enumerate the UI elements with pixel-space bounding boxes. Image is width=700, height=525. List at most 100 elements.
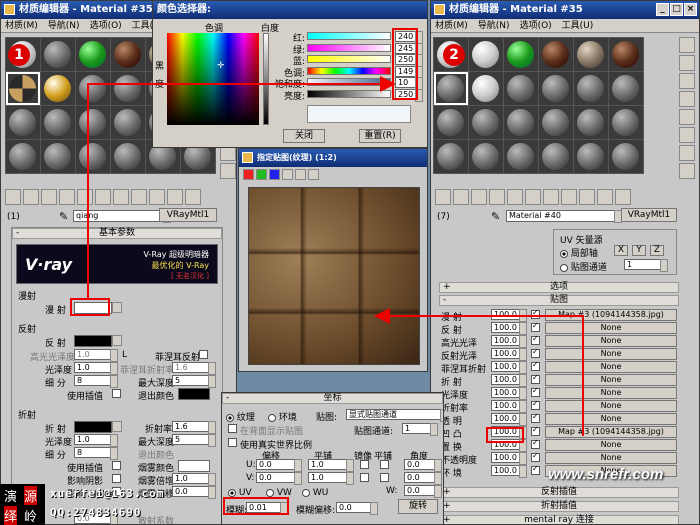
menu-navigation[interactable]: 导航(N) — [48, 19, 80, 32]
sample-slot[interactable] — [76, 106, 110, 139]
u-tiling-spinner[interactable]: 1.0 — [308, 459, 354, 472]
map-amount-spinner[interactable]: 100.0 — [491, 348, 527, 361]
reset-map-icon[interactable] — [489, 189, 505, 205]
fresnel-checkbox[interactable] — [199, 350, 208, 359]
map-enable-checkbox[interactable]: ✓ — [531, 464, 540, 475]
map-enable-checkbox[interactable]: ✓ — [531, 347, 540, 358]
sample-slot[interactable] — [609, 106, 643, 139]
map-slot-button[interactable]: None — [545, 374, 677, 386]
v-tiling-spinner[interactable]: 1.0 — [308, 472, 354, 485]
pick-material-icon[interactable]: ✎ — [59, 210, 68, 223]
coordinates-header[interactable]: - 坐标 — [222, 393, 443, 404]
select-by-material-icon[interactable] — [679, 163, 695, 179]
uv-radio[interactable]: UV — [228, 488, 252, 498]
map-amount-spinner[interactable]: 100.0 — [491, 413, 527, 426]
backlight-icon[interactable] — [679, 55, 695, 71]
lock-L-button[interactable]: L — [122, 350, 127, 360]
map-enable-checkbox[interactable]: ✓ — [531, 451, 540, 462]
sample-slot[interactable] — [609, 140, 643, 173]
r-use-interp-checkbox[interactable] — [112, 461, 121, 470]
show-map-icon[interactable] — [131, 189, 147, 205]
rotate-button[interactable]: 旋转 — [398, 499, 438, 514]
menu-material[interactable]: 材质(M) — [435, 19, 468, 32]
fog-mult-spinner[interactable]: 1.0 — [172, 473, 216, 486]
left-material-name-field[interactable]: qiang — [73, 210, 171, 223]
sample-slot[interactable] — [504, 140, 538, 173]
menu-material[interactable]: 材质(M) — [5, 19, 38, 32]
go-parent-icon[interactable] — [597, 189, 613, 205]
map-slot-button[interactable]: None — [545, 400, 677, 412]
channel-slider[interactable] — [307, 32, 391, 40]
reset-button[interactable]: 重置(R) — [359, 129, 401, 143]
refract-map-button[interactable] — [112, 421, 122, 432]
uv-channel-spinner[interactable]: 1 — [624, 259, 668, 272]
map-amount-spinner[interactable]: 100.0 — [491, 374, 527, 387]
go-sibling-icon[interactable] — [185, 189, 201, 205]
axis-y-button[interactable]: Y — [632, 245, 646, 256]
close-button[interactable]: 关闭 — [283, 129, 325, 143]
channel-spinner[interactable]: 250 — [395, 54, 423, 67]
diffuse-map-button[interactable] — [112, 302, 122, 313]
channel-spinner[interactable]: 250 — [395, 88, 423, 102]
v-offset-spinner[interactable]: 0.0 — [256, 472, 302, 485]
w-angle-spinner[interactable]: 0.0 — [404, 485, 442, 498]
mono-icon[interactable] — [295, 169, 306, 180]
hilight-gloss-spinner[interactable]: 1.0 — [74, 349, 118, 362]
map-slot-button[interactable]: None — [545, 452, 677, 464]
sample-slot[interactable] — [469, 72, 503, 105]
make-unique-icon[interactable] — [77, 189, 93, 205]
blur-offset-spinner[interactable]: 0.0 — [336, 502, 378, 515]
get-material-icon[interactable] — [435, 189, 451, 205]
show-end-result-icon[interactable] — [149, 189, 165, 205]
map-enable-checkbox[interactable]: ✓ — [531, 438, 540, 449]
menu-navigation[interactable]: 导航(N) — [478, 19, 510, 32]
sample-slot-selected[interactable] — [6, 72, 40, 105]
map-slot-button[interactable]: None — [545, 361, 677, 373]
map-enable-checkbox[interactable]: ✓ — [531, 308, 540, 319]
channel-spinner[interactable]: 149 — [395, 65, 423, 79]
sample-slot-selected[interactable] — [434, 72, 468, 105]
u-tile-checkbox[interactable] — [380, 460, 389, 469]
sample-slot[interactable] — [41, 106, 75, 139]
map-enable-checkbox[interactable]: ✓ — [531, 425, 540, 436]
sample-slot[interactable] — [76, 140, 110, 173]
sample-slot[interactable] — [504, 72, 538, 105]
go-parent-icon[interactable] — [167, 189, 183, 205]
axis-z-button[interactable]: Z — [650, 245, 664, 256]
texture-radio[interactable]: 纹理 — [226, 410, 255, 423]
map-amount-spinner[interactable]: 100.0 — [491, 387, 527, 400]
map-amount-spinner[interactable]: 100.0 — [491, 322, 527, 335]
background-icon[interactable] — [679, 73, 695, 89]
go-sibling-icon[interactable] — [615, 189, 631, 205]
map-amount-spinner[interactable]: 100.0 — [491, 452, 527, 465]
green-channel-icon[interactable] — [256, 169, 267, 180]
channel-slider[interactable] — [307, 43, 391, 52]
max-depth-spinner[interactable]: 5 — [172, 375, 216, 388]
map-amount-spinner[interactable]: 100.0 — [491, 426, 527, 439]
video-check-icon[interactable] — [679, 109, 695, 125]
sample-slot[interactable] — [6, 140, 40, 173]
refl-gloss-spinner[interactable]: 1.0 — [74, 362, 118, 375]
options-icon[interactable] — [679, 145, 695, 161]
r-subdivs-spinner[interactable]: 8 — [74, 447, 118, 460]
subdivs-spinner[interactable]: 8 — [74, 375, 118, 388]
put-to-library-icon[interactable] — [525, 189, 541, 205]
sample-slot[interactable] — [574, 140, 608, 173]
map-amount-spinner[interactable]: 100.0 — [491, 465, 527, 478]
exit-color-swatch[interactable] — [178, 388, 210, 400]
map-amount-spinner[interactable]: 100.0 — [491, 309, 527, 322]
map-enable-checkbox[interactable]: ✓ — [531, 412, 540, 423]
make-unique-icon[interactable] — [507, 189, 523, 205]
show-end-result-icon[interactable] — [579, 189, 595, 205]
map-slot-button[interactable]: Map #3 (1094144358.jpg) — [545, 309, 677, 321]
sample-slot[interactable] — [76, 38, 110, 71]
v-tile-checkbox[interactable] — [380, 473, 389, 482]
sample-type-icon[interactable] — [679, 37, 695, 53]
sample-slot[interactable] — [111, 72, 145, 105]
refr-interp-rollout[interactable]: + 折射插值 — [439, 501, 679, 512]
map-amount-spinner[interactable]: 100.0 — [491, 335, 527, 348]
menu-options[interactable]: 选项(O) — [90, 19, 122, 32]
refract-color-swatch[interactable] — [74, 421, 112, 433]
vw-radio[interactable]: VW — [266, 488, 292, 498]
sample-slot[interactable] — [609, 72, 643, 105]
